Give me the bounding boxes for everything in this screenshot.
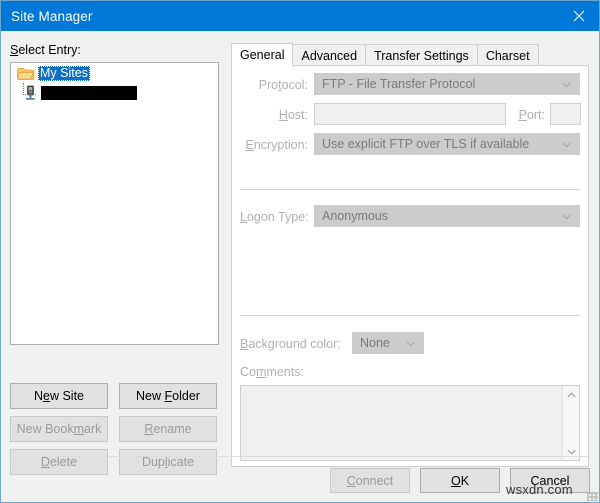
comments-scrollbar[interactable]	[562, 386, 579, 460]
chevron-down-icon	[406, 336, 415, 350]
new-bookmark-label: New Bookmark	[16, 422, 102, 436]
section-divider-1	[240, 189, 580, 190]
connect-button[interactable]: Connect	[330, 468, 410, 493]
ok-button[interactable]: OK	[420, 468, 500, 493]
delete-label: Delete	[40, 455, 78, 469]
logon-type-label: Logon Type:	[240, 210, 309, 224]
scroll-down-icon[interactable]	[563, 443, 579, 460]
select-entry-label: Select Entry:	[10, 43, 81, 57]
encryption-select[interactable]: Use explicit FTP over TLS if available	[314, 133, 580, 155]
tab-advanced-label: Advanced	[301, 48, 358, 63]
logon-type-value: Anonymous	[322, 209, 389, 223]
tree-connector	[23, 83, 36, 95]
tab-general-label: General	[240, 48, 285, 62]
tab-charset[interactable]: Charset	[476, 44, 539, 66]
port-label: Port:	[518, 108, 545, 122]
chevron-down-icon	[562, 209, 571, 223]
new-bookmark-button[interactable]: New Bookmark	[10, 416, 108, 442]
tab-strip: General Advanced Transfer Settings Chars…	[231, 43, 591, 66]
delete-button[interactable]: Delete	[10, 449, 108, 475]
tab-general[interactable]: General	[231, 43, 294, 66]
rename-button[interactable]: Rename	[119, 416, 217, 442]
encryption-value: Use explicit FTP over TLS if available	[322, 137, 530, 151]
port-input[interactable]	[550, 103, 581, 125]
close-icon	[573, 10, 585, 22]
protocol-select[interactable]: FTP - File Transfer Protocol	[314, 73, 580, 95]
folder-icon	[17, 66, 35, 81]
connect-label: Connect	[346, 473, 394, 488]
tab-transfer-settings-label: Transfer Settings	[374, 48, 469, 63]
logon-type-select[interactable]: Anonymous	[314, 205, 580, 227]
redacted-site-name	[41, 86, 137, 100]
protocol-value: FTP - File Transfer Protocol	[322, 77, 476, 91]
dialog-body: Select Entry: My Sites New Site New Fold…	[1, 31, 599, 502]
tab-advanced[interactable]: Advanced	[292, 44, 367, 66]
tree-item-site[interactable]	[11, 83, 218, 103]
comments-label: Comments:	[240, 365, 304, 379]
comments-textarea[interactable]	[240, 385, 580, 461]
chevron-down-icon	[562, 77, 571, 91]
window-title: Site Manager	[11, 8, 93, 24]
chevron-down-icon	[562, 137, 571, 151]
new-folder-button[interactable]: New Folder	[119, 383, 217, 409]
scroll-up-icon[interactable]	[563, 386, 579, 403]
background-color-value: None	[360, 336, 390, 350]
site-manager-dialog: Site Manager Select Entry: My Sites New …	[0, 0, 600, 503]
window-controls	[556, 1, 599, 31]
duplicate-label: Duplicate	[141, 455, 195, 469]
duplicate-button[interactable]: Duplicate	[119, 449, 217, 475]
new-site-button[interactable]: New Site	[10, 383, 108, 409]
new-folder-label: New Folder	[136, 389, 200, 403]
general-tab-panel: Protocol: FTP - File Transfer Protocol H…	[231, 65, 589, 467]
background-color-select[interactable]: None	[352, 332, 424, 354]
encryption-label: Encryption:	[245, 138, 308, 152]
tab-charset-label: Charset	[485, 48, 530, 63]
host-label: Host:	[278, 108, 308, 122]
tree-item-my-sites[interactable]: My Sites	[11, 63, 218, 83]
host-input[interactable]	[314, 103, 506, 125]
tree-item-label: My Sites	[38, 65, 90, 81]
ok-label: OK	[450, 473, 470, 488]
tab-transfer-settings[interactable]: Transfer Settings	[365, 44, 478, 66]
background-color-label: Background color:	[240, 337, 341, 351]
cancel-label: Cancel	[530, 473, 570, 488]
new-site-label: New Site	[33, 389, 85, 403]
site-tree[interactable]: My Sites	[10, 62, 219, 345]
section-divider-2	[240, 315, 580, 316]
footer-divider	[10, 456, 590, 457]
close-button[interactable]	[556, 1, 599, 31]
rename-label: Rename	[144, 422, 192, 436]
title-bar: Site Manager	[1, 1, 599, 31]
watermark-dots	[587, 492, 598, 501]
cancel-button[interactable]: Cancel	[510, 468, 590, 493]
protocol-label: Protocol:	[258, 78, 308, 92]
